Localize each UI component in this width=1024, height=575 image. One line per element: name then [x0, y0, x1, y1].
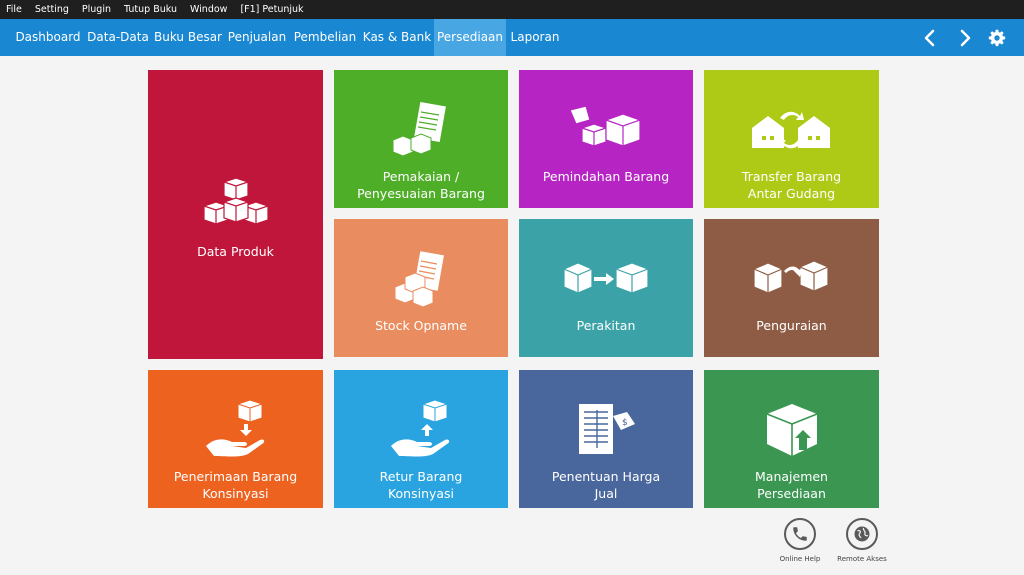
stock-document-icon	[334, 251, 508, 307]
tab-data-data[interactable]: Data-Data	[86, 19, 150, 56]
box-upload-icon	[704, 402, 879, 458]
remote-akses-label: Remote Akses	[837, 555, 887, 563]
tile-label: Perakitan	[576, 318, 636, 333]
box-assembly-icon	[519, 261, 693, 297]
tile-label: Penerimaan Barang Konsinyasi	[173, 469, 298, 501]
chevron-left-icon[interactable]	[916, 19, 944, 56]
tab-buku-besar[interactable]: Buku Besar	[154, 19, 222, 56]
tile-penguraian[interactable]: Penguraian	[704, 219, 879, 357]
tile-label: Penguraian	[756, 318, 827, 333]
hand-return-box-icon	[334, 400, 508, 458]
tile-label: Manajemen Persediaan	[755, 469, 828, 501]
tab-persediaan[interactable]: Persediaan	[434, 19, 506, 56]
tile-label: Pemakaian / Penyesuaian Barang	[357, 169, 485, 201]
tile-data-produk[interactable]: Data Produk	[148, 70, 323, 359]
tile-label: Retur Barang Konsinyasi	[379, 469, 463, 501]
tile-label: Penentuan Harga Jual	[551, 469, 661, 501]
tile-label: Data Produk	[197, 244, 274, 259]
tile-penerimaan[interactable]: Penerimaan Barang Konsinyasi	[148, 370, 323, 508]
chevron-right-icon[interactable]	[951, 19, 979, 56]
tile-retur[interactable]: Retur Barang Konsinyasi	[334, 370, 508, 508]
tile-label: Stock Opname	[375, 318, 467, 333]
box-disassembly-icon	[704, 261, 879, 297]
menu-tutup-buku[interactable]: Tutup Buku	[124, 4, 177, 15]
globe-icon	[846, 518, 878, 550]
online-help-button[interactable]: Online Help	[770, 518, 830, 563]
menu-plugin[interactable]: Plugin	[82, 4, 111, 15]
tab-penjualan[interactable]: Penjualan	[226, 19, 288, 56]
menu-file[interactable]: File	[6, 4, 22, 15]
tile-penentuan-harga[interactable]: $ Penentuan Harga Jual	[519, 370, 693, 508]
menu-window[interactable]: Window	[190, 4, 227, 15]
remote-akses-button[interactable]: Remote Akses	[832, 518, 892, 563]
tab-kas-bank[interactable]: Kas & Bank	[362, 19, 432, 56]
tab-laporan[interactable]: Laporan	[508, 19, 562, 56]
warehouse-transfer-icon	[704, 108, 879, 152]
tile-label: Transfer Barang Antar Gudang	[741, 169, 842, 201]
tile-transfer[interactable]: Transfer Barang Antar Gudang	[704, 70, 879, 208]
tile-stock-opname[interactable]: Stock Opname	[334, 219, 508, 357]
tile-label: Pemindahan Barang	[542, 169, 670, 184]
hand-receive-box-icon	[148, 400, 323, 458]
document-boxes-icon	[334, 100, 508, 158]
box-moving-icon	[519, 106, 693, 154]
tile-perakitan[interactable]: Perakitan	[519, 219, 693, 357]
tile-manajemen[interactable]: Manajemen Persediaan	[704, 370, 879, 508]
nav-bar: Dashboard Data-Data Buku Besar Penjualan…	[0, 19, 1024, 56]
menu-setting[interactable]: Setting	[35, 4, 69, 15]
tab-pembelian[interactable]: Pembelian	[292, 19, 358, 56]
tile-pemindahan[interactable]: Pemindahan Barang	[519, 70, 693, 208]
price-tag-document-icon: $	[519, 402, 693, 458]
tile-pemakaian[interactable]: Pemakaian / Penyesuaian Barang	[334, 70, 508, 208]
tab-dashboard[interactable]: Dashboard	[14, 19, 82, 56]
online-help-label: Online Help	[779, 555, 821, 563]
menu-bar: File Setting Plugin Tutup Buku Window [F…	[0, 0, 1024, 19]
gear-icon[interactable]	[983, 19, 1011, 56]
boxes-stack-icon	[148, 178, 323, 232]
menu-petunjuk[interactable]: [F1] Petunjuk	[240, 4, 303, 15]
phone-icon	[784, 518, 816, 550]
svg-text:$: $	[622, 418, 628, 428]
